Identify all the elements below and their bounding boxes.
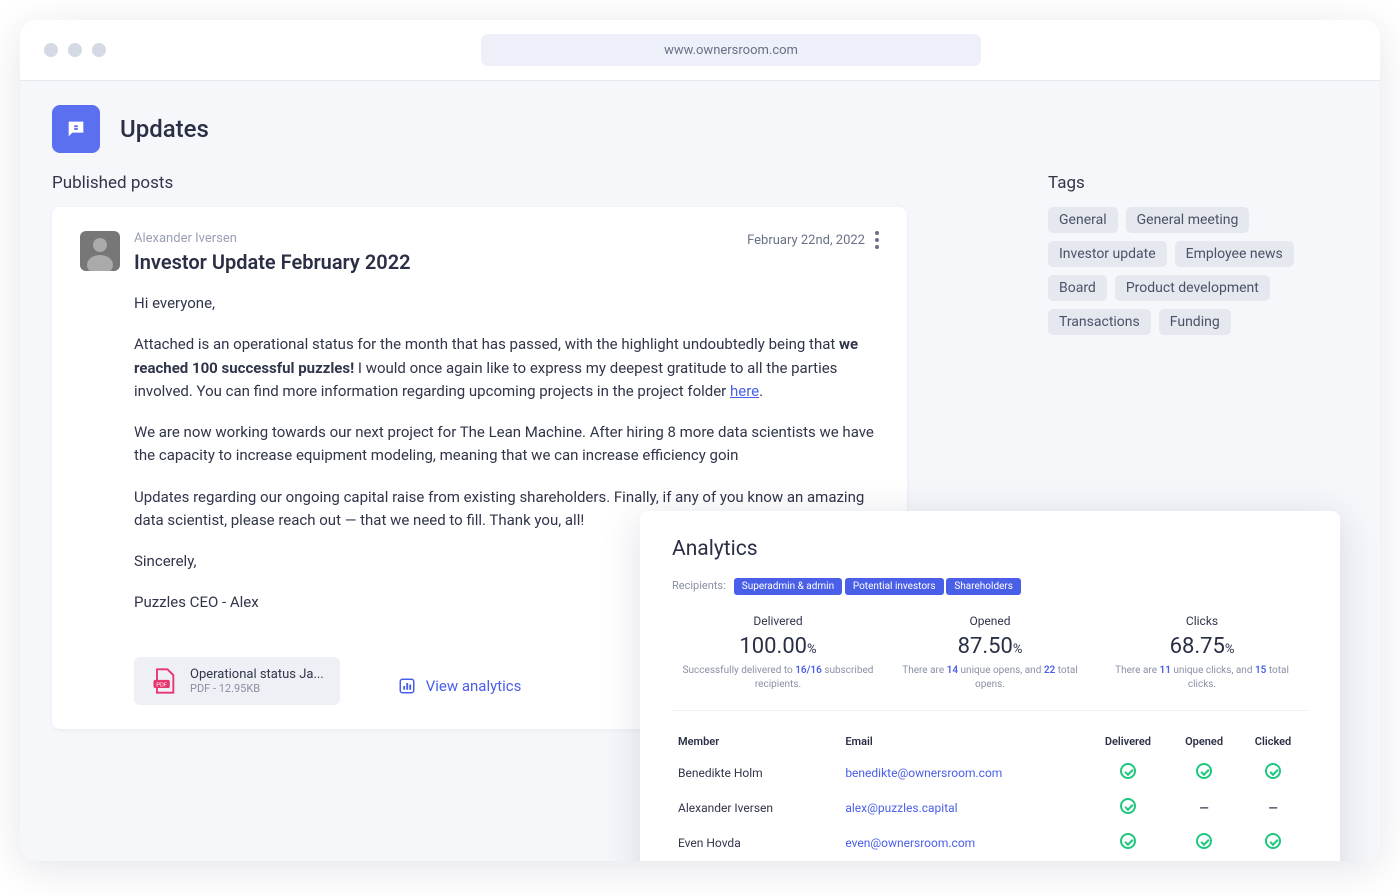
th-email: Email xyxy=(841,729,1085,754)
check-icon xyxy=(1120,833,1136,849)
table-row: Benedikte Holmbenedikte@ownersroom.com xyxy=(674,756,1306,789)
cell-opened xyxy=(1170,756,1238,789)
th-member: Member xyxy=(674,729,839,754)
browser-chrome: www.ownersroom.com xyxy=(20,20,1380,81)
pdf-icon: PDF xyxy=(150,667,178,695)
analytics-table: Member Email Delivered Opened Clicked Be… xyxy=(672,727,1308,861)
window-dot[interactable] xyxy=(68,43,82,57)
cell-delivered xyxy=(1088,756,1168,789)
post-paragraph: Attached is an operational status for th… xyxy=(134,333,879,403)
tag[interactable]: Product development xyxy=(1115,275,1270,301)
th-opened: Opened xyxy=(1170,729,1238,754)
here-link[interactable]: here xyxy=(730,382,759,400)
recipients-label: Recipients: xyxy=(672,579,726,592)
page: Updates Published posts Alexander Iverse… xyxy=(20,81,1380,861)
stat-delivered: Delivered 100.00% Successfully delivered… xyxy=(672,614,884,692)
published-posts-label: Published posts xyxy=(52,173,1008,193)
tag[interactable]: Employee news xyxy=(1175,241,1294,267)
tag[interactable]: Funding xyxy=(1159,309,1231,335)
recipients-row: Recipients: Superadmin & admin Potential… xyxy=(672,579,1308,592)
analytics-card: Analytics Recipients: Superadmin & admin… xyxy=(640,511,1340,861)
stat-value: 68.75 xyxy=(1170,634,1225,659)
cell-delivered xyxy=(1088,826,1168,859)
cell-clicked: — xyxy=(1240,791,1306,824)
stat-opened: Opened 87.50% There are 14 unique opens,… xyxy=(884,614,1096,692)
dash-icon: — xyxy=(1199,801,1208,815)
post-greeting: Hi everyone, xyxy=(134,292,879,315)
page-title: Updates xyxy=(120,115,209,143)
window-dot[interactable] xyxy=(44,43,58,57)
attachment-meta: PDF - 12.95KB xyxy=(190,682,324,695)
stat-desc: Successfully delivered to 16/16 subscrib… xyxy=(678,664,878,692)
check-icon xyxy=(1265,833,1281,849)
text: Attached is an operational status for th… xyxy=(134,335,839,353)
th-delivered: Delivered xyxy=(1088,729,1168,754)
analytics-title: Analytics xyxy=(672,537,1308,561)
window-dot[interactable] xyxy=(92,43,106,57)
view-analytics-button[interactable]: View analytics xyxy=(398,677,522,695)
stat-value: 87.50 xyxy=(958,634,1013,659)
updates-icon xyxy=(52,105,100,153)
post-date: February 22nd, 2022 xyxy=(747,233,865,248)
stat-label: Opened xyxy=(890,614,1090,628)
recipient-chip[interactable]: Shareholders xyxy=(946,578,1021,595)
check-icon xyxy=(1196,833,1212,849)
post-author: Alexander Iversen xyxy=(134,231,411,246)
stat-desc: There are 14 unique opens, and 22 total … xyxy=(890,664,1090,692)
browser-frame: www.ownersroom.com Updates Published pos… xyxy=(20,20,1380,861)
table-row: Alexander Iversenalex@puzzles.capital — — xyxy=(674,791,1306,824)
cell-email[interactable]: benedikte@ownersroom.com xyxy=(841,756,1085,789)
th-clicked: Clicked xyxy=(1240,729,1306,754)
cell-member: Benedikte Holm xyxy=(674,756,839,789)
cell-clicked xyxy=(1240,826,1306,859)
tag[interactable]: General xyxy=(1048,207,1118,233)
recipient-chip[interactable]: Superadmin & admin xyxy=(734,578,842,595)
post-title: Investor Update February 2022 xyxy=(134,250,411,274)
view-analytics-label: View analytics xyxy=(426,677,522,695)
check-icon xyxy=(1120,763,1136,779)
svg-text:PDF: PDF xyxy=(156,682,168,688)
cell-opened xyxy=(1170,826,1238,859)
tag[interactable]: Transactions xyxy=(1048,309,1151,335)
cell-email[interactable]: even@ownersroom.com xyxy=(841,826,1085,859)
check-icon xyxy=(1265,763,1281,779)
attachment-name: Operational status Ja... xyxy=(190,667,324,682)
tag[interactable]: Investor update xyxy=(1048,241,1167,267)
recipient-chip[interactable]: Potential investors xyxy=(845,578,944,595)
window-controls xyxy=(44,43,106,57)
url-bar[interactable]: www.ownersroom.com xyxy=(481,34,981,66)
analytics-icon xyxy=(398,677,416,695)
check-icon xyxy=(1120,798,1136,814)
avatar[interactable] xyxy=(80,231,120,271)
tags-list: General General meeting Investor update Emp… xyxy=(1048,207,1348,335)
stat-label: Clicks xyxy=(1102,614,1302,628)
stat-clicks: Clicks 68.75% There are 11 unique clicks… xyxy=(1096,614,1308,692)
cell-delivered xyxy=(1088,791,1168,824)
cell-clicked xyxy=(1240,756,1306,789)
attachment[interactable]: PDF Operational status Ja... PDF - 12.95… xyxy=(134,657,340,705)
table-row: Even Hovdaeven@ownersroom.com xyxy=(674,826,1306,859)
stat-value: 100.00 xyxy=(739,634,807,659)
cell-email[interactable]: alex@puzzles.capital xyxy=(841,791,1085,824)
cell-member: Alexander Iversen xyxy=(674,791,839,824)
check-icon xyxy=(1196,763,1212,779)
stat-label: Delivered xyxy=(678,614,878,628)
post-menu-icon[interactable] xyxy=(875,231,879,249)
cell-member: Even Hovda xyxy=(674,826,839,859)
dash-icon: — xyxy=(1268,801,1277,815)
cell-opened: — xyxy=(1170,791,1238,824)
post-paragraph: We are now working towards our next proj… xyxy=(134,421,879,468)
tag[interactable]: General meeting xyxy=(1126,207,1250,233)
stat-desc: There are 11 unique clicks, and 15 total… xyxy=(1102,664,1302,692)
text: . xyxy=(759,382,763,400)
tag[interactable]: Board xyxy=(1048,275,1107,301)
tags-title: Tags xyxy=(1048,173,1348,193)
